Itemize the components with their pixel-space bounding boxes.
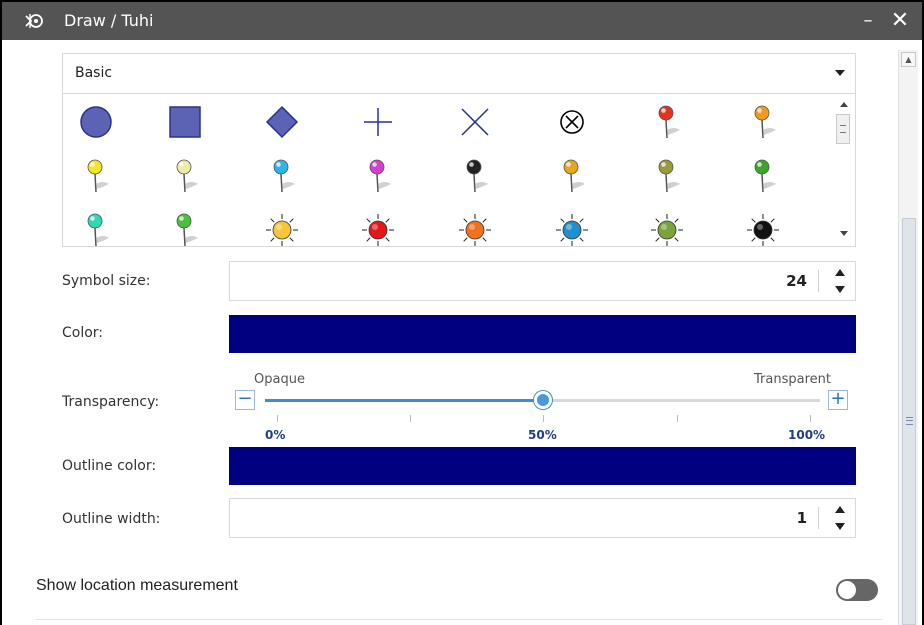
tick-label-100: 100%: [788, 428, 826, 442]
symbol-set-value: Basic: [75, 65, 113, 81]
decrease-transparency-button[interactable]: −: [235, 390, 255, 410]
gallery-scroll-thumb[interactable]: [836, 114, 850, 144]
show-location-toggle[interactable]: [836, 579, 878, 601]
outline-width-value: 1: [796, 509, 807, 527]
circle-icon[interactable]: [71, 99, 121, 145]
pushpin-magenta-icon[interactable]: [353, 153, 403, 199]
outline-color-swatch[interactable]: [229, 447, 856, 485]
square-icon[interactable]: [160, 99, 210, 145]
tick-label-0: 0%: [265, 428, 286, 442]
window-title: Draw / Tuhi: [64, 11, 154, 30]
pushpin-red-icon[interactable]: [642, 99, 692, 145]
pushpin-teal-icon[interactable]: [71, 207, 121, 246]
sun-orange-icon[interactable]: [450, 207, 500, 246]
scroll-down-icon[interactable]: [840, 231, 848, 236]
symbol-size-field[interactable]: 24: [229, 261, 856, 301]
slider-tick: [277, 415, 278, 422]
show-location-label: Show location measurement: [36, 577, 238, 594]
color-swatch[interactable]: [229, 315, 856, 353]
transparency-slider-fill: [265, 399, 543, 402]
scroll-up-icon[interactable]: [840, 102, 848, 107]
sun-blue-icon[interactable]: [547, 207, 597, 246]
opaque-caption: Opaque: [254, 372, 305, 387]
pushpin-orange-icon[interactable]: [738, 99, 788, 145]
chevron-down-icon: [835, 70, 845, 76]
x-icon[interactable]: [450, 99, 500, 145]
outline-color-label: Outline color:: [62, 458, 157, 474]
slider-tick: [677, 415, 678, 422]
diamond-icon[interactable]: [257, 99, 307, 145]
slider-tick: [543, 415, 544, 422]
minimize-button[interactable]: –: [858, 10, 878, 32]
pushpin-cyan-icon[interactable]: [257, 153, 307, 199]
pushpin-cream-icon[interactable]: [160, 153, 210, 199]
increment-arrow-icon[interactable]: [835, 269, 845, 276]
sun-black-icon[interactable]: [738, 207, 788, 246]
decrement-arrow-icon[interactable]: [835, 523, 845, 530]
transparency-slider-handle[interactable]: [533, 391, 552, 409]
circle-x-icon[interactable]: [547, 99, 597, 145]
symbol-size-value: 24: [786, 272, 807, 290]
title-bar: Draw / Tuhi – ✕: [2, 2, 922, 40]
gallery-scrollbar[interactable]: [833, 94, 855, 246]
pushpin-lime-icon[interactable]: [160, 207, 210, 246]
pushpin-yellow-icon[interactable]: [71, 153, 121, 199]
color-label: Color:: [62, 325, 104, 341]
pushpin-gold-icon[interactable]: [547, 153, 597, 199]
cross-icon[interactable]: [353, 99, 403, 145]
transparency-label: Transparency:: [62, 394, 160, 410]
scroll-up-arrow-icon[interactable]: ▲: [901, 52, 916, 67]
spinner-divider: [818, 507, 819, 529]
sun-red-icon[interactable]: [353, 207, 403, 246]
toggle-knob: [838, 581, 856, 599]
increase-transparency-button[interactable]: +: [828, 390, 848, 410]
sun-yellow-icon[interactable]: [257, 207, 307, 246]
outline-width-label: Outline width:: [62, 511, 161, 527]
decrement-arrow-icon[interactable]: [835, 286, 845, 293]
divider: [36, 619, 882, 620]
scrollbar-thumb[interactable]: [902, 218, 916, 625]
symbol-size-label: Symbol size:: [62, 273, 151, 289]
pushpin-olive-icon[interactable]: [642, 153, 692, 199]
transparent-caption: Transparent: [754, 372, 831, 387]
panel-scrollbar[interactable]: ▲: [898, 50, 918, 625]
symbol-gallery: [62, 94, 856, 247]
increment-arrow-icon[interactable]: [835, 506, 845, 513]
symbol-set-dropdown[interactable]: Basic: [62, 53, 856, 94]
sun-green-icon[interactable]: [642, 207, 692, 246]
close-button[interactable]: ✕: [888, 8, 912, 34]
outline-width-field[interactable]: 1: [229, 498, 856, 538]
slider-tick: [410, 415, 411, 422]
pushpin-black-icon[interactable]: [450, 153, 500, 199]
slider-tick: [810, 415, 811, 422]
draw-app-icon: [24, 12, 44, 30]
pushpin-green-icon[interactable]: [738, 153, 788, 199]
tick-label-50: 50%: [528, 428, 557, 442]
grip-icon: [906, 417, 913, 425]
spinner-divider: [818, 270, 819, 292]
